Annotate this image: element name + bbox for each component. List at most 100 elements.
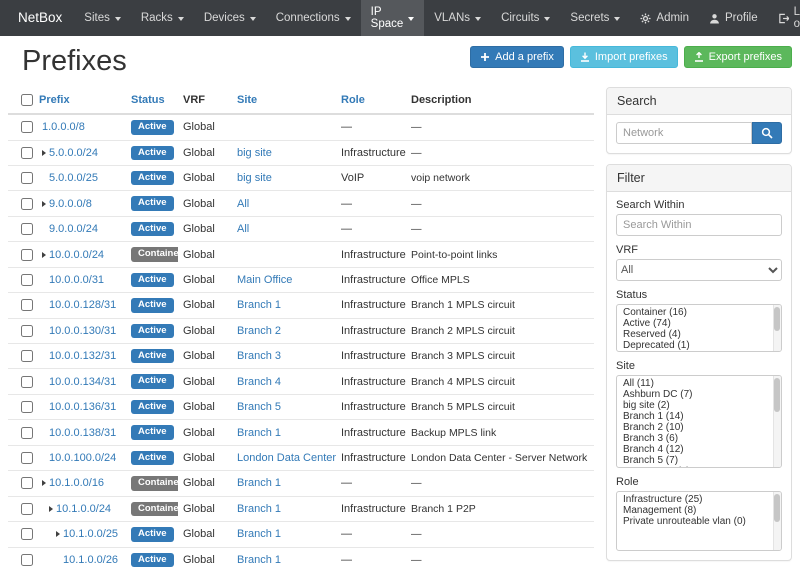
site-link[interactable]: London Data Center <box>237 452 336 464</box>
nav-item-racks[interactable]: Racks <box>131 0 194 36</box>
site-option[interactable]: Branch 2 (10) <box>617 422 781 433</box>
row-checkbox[interactable] <box>21 299 33 311</box>
nav-item-devices[interactable]: Devices <box>194 0 266 36</box>
add-a-prefix-button[interactable]: Add a prefix <box>470 46 564 68</box>
column-header-label[interactable]: Role <box>341 94 365 106</box>
prefix-link[interactable]: 10.0.0.128/31 <box>49 299 116 311</box>
nav-item-circuits[interactable]: Circuits <box>491 0 560 36</box>
expand-icon[interactable] <box>56 531 60 537</box>
site-option[interactable]: Branch 1 (14) <box>617 411 781 422</box>
prefix-link[interactable]: 10.0.0.130/31 <box>49 325 116 337</box>
prefix-link[interactable]: 10.0.100.0/24 <box>49 452 116 464</box>
row-checkbox[interactable] <box>21 121 33 133</box>
prefix-link[interactable]: 5.0.0.0/25 <box>49 172 98 184</box>
row-checkbox[interactable] <box>21 503 33 515</box>
row-checkbox[interactable] <box>21 172 33 184</box>
prefix-link[interactable]: 10.0.0.0/31 <box>49 274 104 286</box>
role-option[interactable]: Infrastructure (25) <box>617 494 781 505</box>
row-checkbox[interactable] <box>21 249 33 261</box>
row-checkbox[interactable] <box>21 376 33 388</box>
site-link[interactable]: All <box>237 223 249 235</box>
site-link[interactable]: Branch 1 <box>237 554 281 566</box>
row-checkbox[interactable] <box>21 325 33 337</box>
nav-item-connections[interactable]: Connections <box>266 0 361 36</box>
prefix-link[interactable]: 10.0.0.138/31 <box>49 427 116 439</box>
row-checkbox[interactable] <box>21 274 33 286</box>
status-option[interactable]: Active (74) <box>617 318 781 329</box>
site-link[interactable]: Branch 1 <box>237 528 281 540</box>
site-option[interactable]: big site (2) <box>617 400 781 411</box>
site-option[interactable]: Branch 5 (7) <box>617 455 781 466</box>
site-link[interactable]: Branch 5 <box>237 401 281 413</box>
nav-item-vlans[interactable]: VLANs <box>424 0 491 36</box>
expand-icon[interactable] <box>42 252 46 258</box>
nav-item-admin[interactable]: Admin <box>630 0 699 36</box>
row-checkbox[interactable] <box>21 477 33 489</box>
row-checkbox[interactable] <box>21 427 33 439</box>
row-checkbox[interactable] <box>21 350 33 362</box>
scrollbar-thumb[interactable] <box>774 378 780 412</box>
prefix-link[interactable]: 9.0.0.0/8 <box>49 198 92 210</box>
status-listbox[interactable]: Container (16)Active (74)Reserved (4)Dep… <box>616 304 782 352</box>
site-option[interactable]: Branch 4 (12) <box>617 444 781 455</box>
status-option[interactable]: Reserved (4) <box>617 329 781 340</box>
prefix-link[interactable]: 10.0.0.0/24 <box>49 249 104 261</box>
prefix-link[interactable]: 10.1.0.0/16 <box>49 477 104 489</box>
row-checkbox[interactable] <box>21 452 33 464</box>
prefix-link[interactable]: 10.0.0.132/31 <box>49 350 116 362</box>
search-within-input[interactable] <box>616 214 782 236</box>
nav-item-sites[interactable]: Sites <box>74 0 131 36</box>
status-option[interactable]: Container (16) <box>617 307 781 318</box>
search-input[interactable] <box>616 122 752 144</box>
row-checkbox[interactable] <box>21 554 33 566</box>
role-listbox[interactable]: Infrastructure (25)Management (8)Private… <box>616 491 782 551</box>
expand-icon[interactable] <box>42 480 46 486</box>
site-listbox[interactable]: All (11)Ashburn DC (7)big site (2)Branch… <box>616 375 782 468</box>
prefix-link[interactable]: 10.0.0.134/31 <box>49 376 116 388</box>
prefix-link[interactable]: 1.0.0.0/8 <box>42 121 85 133</box>
row-checkbox[interactable] <box>21 198 33 210</box>
select-all-checkbox[interactable] <box>21 94 33 106</box>
nav-item-log-out[interactable]: Log out <box>768 0 800 36</box>
nav-item-secrets[interactable]: Secrets <box>560 0 630 36</box>
prefix-link[interactable]: 5.0.0.0/24 <box>49 147 98 159</box>
status-option[interactable]: Deprecated (1) <box>617 340 781 351</box>
row-checkbox[interactable] <box>21 147 33 159</box>
site-option[interactable]: COLO-1-24 (4) <box>617 466 781 468</box>
site-link[interactable]: Branch 4 <box>237 376 281 388</box>
prefix-link[interactable]: 10.1.0.0/26 <box>63 554 118 566</box>
site-link[interactable]: Branch 3 <box>237 350 281 362</box>
prefix-link[interactable]: 10.0.0.136/31 <box>49 401 116 413</box>
site-option[interactable]: Ashburn DC (7) <box>617 389 781 400</box>
role-option[interactable]: Private unrouteable vlan (0) <box>617 516 781 527</box>
column-header-label[interactable]: Prefix <box>39 94 70 106</box>
expand-icon[interactable] <box>42 201 46 207</box>
prefix-link[interactable]: 9.0.0.0/24 <box>49 223 98 235</box>
row-checkbox[interactable] <box>21 401 33 413</box>
site-link[interactable]: big site <box>237 147 272 159</box>
row-checkbox[interactable] <box>21 528 33 540</box>
site-link[interactable]: Branch 1 <box>237 503 281 515</box>
site-link[interactable]: Branch 2 <box>237 325 281 337</box>
column-header-label[interactable]: Status <box>131 94 165 106</box>
scrollbar-thumb[interactable] <box>774 494 780 522</box>
scrollbar-thumb[interactable] <box>774 307 780 331</box>
site-link[interactable]: Branch 1 <box>237 477 281 489</box>
site-link[interactable]: All <box>237 198 249 210</box>
site-link[interactable]: Main Office <box>237 274 292 286</box>
search-button[interactable] <box>752 122 782 144</box>
import-prefixes-button[interactable]: Import prefixes <box>570 46 678 68</box>
row-checkbox[interactable] <box>21 223 33 235</box>
expand-icon[interactable] <box>42 150 46 156</box>
vrf-select[interactable]: All <box>616 259 782 281</box>
brand-link[interactable]: NetBox <box>6 0 74 36</box>
site-option[interactable]: All (11) <box>617 378 781 389</box>
nav-item-profile[interactable]: Profile <box>699 0 768 36</box>
prefix-link[interactable]: 10.1.0.0/24 <box>56 503 111 515</box>
site-link[interactable]: Branch 1 <box>237 427 281 439</box>
nav-item-ip-space[interactable]: IP Space <box>361 0 425 36</box>
export-prefixes-button[interactable]: Export prefixes <box>684 46 792 68</box>
site-option[interactable]: Branch 3 (6) <box>617 433 781 444</box>
site-link[interactable]: Branch 1 <box>237 299 281 311</box>
prefix-link[interactable]: 10.1.0.0/25 <box>63 528 118 540</box>
